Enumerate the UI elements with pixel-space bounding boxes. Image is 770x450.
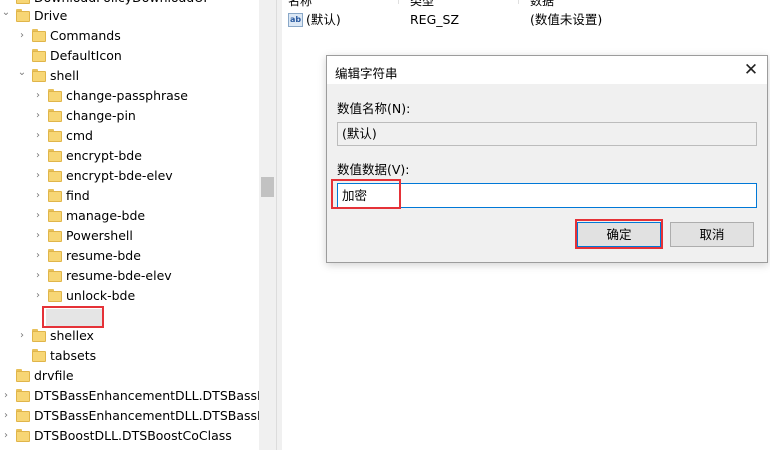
tree-item-label: change-passphrase — [66, 88, 188, 103]
tree-item-label: DefaultIcon — [50, 48, 122, 63]
chevron-down-icon[interactable]: ⌄ — [0, 6, 12, 26]
tree-item-label: drvfile — [34, 368, 74, 383]
folder-icon — [48, 209, 62, 222]
tree-item-label: unlock-bde — [66, 288, 136, 303]
chevron-right-icon[interactable]: › — [32, 286, 44, 306]
value-name-field: (默认) — [337, 122, 757, 146]
value-data-label: 数值数据(V): — [337, 162, 410, 177]
dialog-title: 编辑字符串 — [335, 66, 398, 81]
folder-icon — [48, 89, 62, 102]
folder-icon — [48, 109, 62, 122]
tree-item-label: shell — [50, 68, 80, 83]
tree-item-label: cmd — [66, 128, 93, 143]
ok-button-highlight — [575, 219, 663, 249]
tree-item-label: change-pin — [66, 108, 136, 123]
chevron-right-icon — [0, 366, 12, 386]
folder-icon — [48, 189, 62, 202]
string-value-icon: ab — [288, 13, 303, 27]
dialog-titlebar[interactable]: 编辑字符串 ✕ — [327, 56, 767, 84]
chevron-right-icon — [16, 346, 28, 366]
folder-icon — [16, 389, 30, 402]
tree-item-label: resume-bde — [66, 248, 141, 263]
chevron-right-icon[interactable]: › — [32, 266, 44, 286]
tree-item-label: Commands — [50, 28, 121, 43]
folder-icon — [32, 49, 46, 62]
tree-item-label: shellex — [50, 328, 94, 343]
tree-item-label: tabsets — [50, 348, 97, 363]
tree-item-label: find — [66, 188, 90, 203]
scrollbar-thumb[interactable] — [261, 177, 274, 197]
column-header-name[interactable]: 名称 — [288, 0, 312, 8]
runas-highlight — [42, 306, 104, 328]
chevron-right-icon[interactable]: › — [32, 86, 44, 106]
folder-icon — [32, 329, 46, 342]
cancel-button[interactable]: 取消 — [670, 222, 754, 247]
column-separator — [518, 0, 519, 4]
folder-icon — [48, 289, 62, 302]
folder-icon — [16, 9, 30, 22]
tree-item-label: encrypt-bde-elev — [66, 168, 173, 183]
folder-icon — [48, 149, 62, 162]
folder-icon — [48, 129, 62, 142]
folder-icon — [48, 169, 62, 182]
chevron-right-icon[interactable]: › — [32, 246, 44, 266]
chevron-right-icon[interactable]: › — [16, 26, 28, 46]
tree-item-label: DTSBassEnhancementDLL.DTSBassEnha — [34, 388, 259, 403]
value-name-label: 数值名称(N): — [337, 101, 411, 116]
chevron-right-icon[interactable]: › — [0, 406, 12, 426]
tree-scrollbar[interactable] — [259, 0, 276, 450]
value-name: (默认) — [306, 12, 341, 27]
chevron-right-icon[interactable]: › — [32, 186, 44, 206]
folder-icon — [48, 249, 62, 262]
registry-tree[interactable]: DownloadPolicyDownloadUI ⌄Drive›Commands… — [0, 0, 259, 450]
chevron-right-icon[interactable]: › — [32, 226, 44, 246]
folder-icon — [32, 69, 46, 82]
chevron-right-icon[interactable]: › — [32, 146, 44, 166]
column-header-data[interactable]: 数据 — [530, 0, 554, 8]
folder-icon — [16, 369, 30, 382]
folder-icon — [32, 349, 46, 362]
folder-icon — [32, 29, 46, 42]
tree-item-label: manage-bde — [66, 208, 146, 223]
tree-item-label: DTSBassEnhancementDLL.DTSBassEnha — [34, 408, 259, 423]
folder-icon — [16, 0, 30, 4]
chevron-right-icon[interactable]: › — [0, 386, 12, 406]
column-separator — [398, 0, 399, 4]
tree-item-label: Drive — [34, 8, 68, 23]
value-data: (数值未设置) — [530, 12, 603, 27]
value-data-highlight — [331, 179, 401, 209]
chevron-right-icon[interactable]: › — [32, 126, 44, 146]
edit-string-dialog: 编辑字符串 ✕ 数值名称(N): (默认) 数值数据(V): 加密 确定 取消 — [326, 55, 768, 263]
folder-icon — [16, 409, 30, 422]
chevron-right-icon[interactable]: › — [32, 106, 44, 126]
chevron-right-icon[interactable]: › — [32, 166, 44, 186]
chevron-right-icon[interactable]: › — [16, 326, 28, 346]
chevron-right-icon — [16, 46, 28, 66]
value-type: REG_SZ — [410, 12, 460, 27]
close-icon[interactable]: ✕ — [739, 58, 763, 82]
value-row-default[interactable]: ab (默认) REG_SZ (数值未设置) — [282, 10, 770, 30]
chevron-down-icon[interactable]: ⌄ — [16, 66, 28, 86]
folder-icon — [48, 269, 62, 282]
column-header-type[interactable]: 类型 — [410, 0, 434, 8]
chevron-right-icon[interactable]: › — [32, 206, 44, 226]
tree-item-label: resume-bde-elev — [66, 268, 172, 283]
tree-item-label: encrypt-bde — [66, 148, 142, 163]
chevron-right-icon[interactable]: › — [0, 426, 12, 446]
folder-icon — [48, 229, 62, 242]
tree-item-label: Powershell — [66, 228, 133, 243]
folder-icon — [16, 429, 30, 442]
tree-item-label: DTSBoostDLL.DTSBoostCoClass — [34, 428, 232, 443]
